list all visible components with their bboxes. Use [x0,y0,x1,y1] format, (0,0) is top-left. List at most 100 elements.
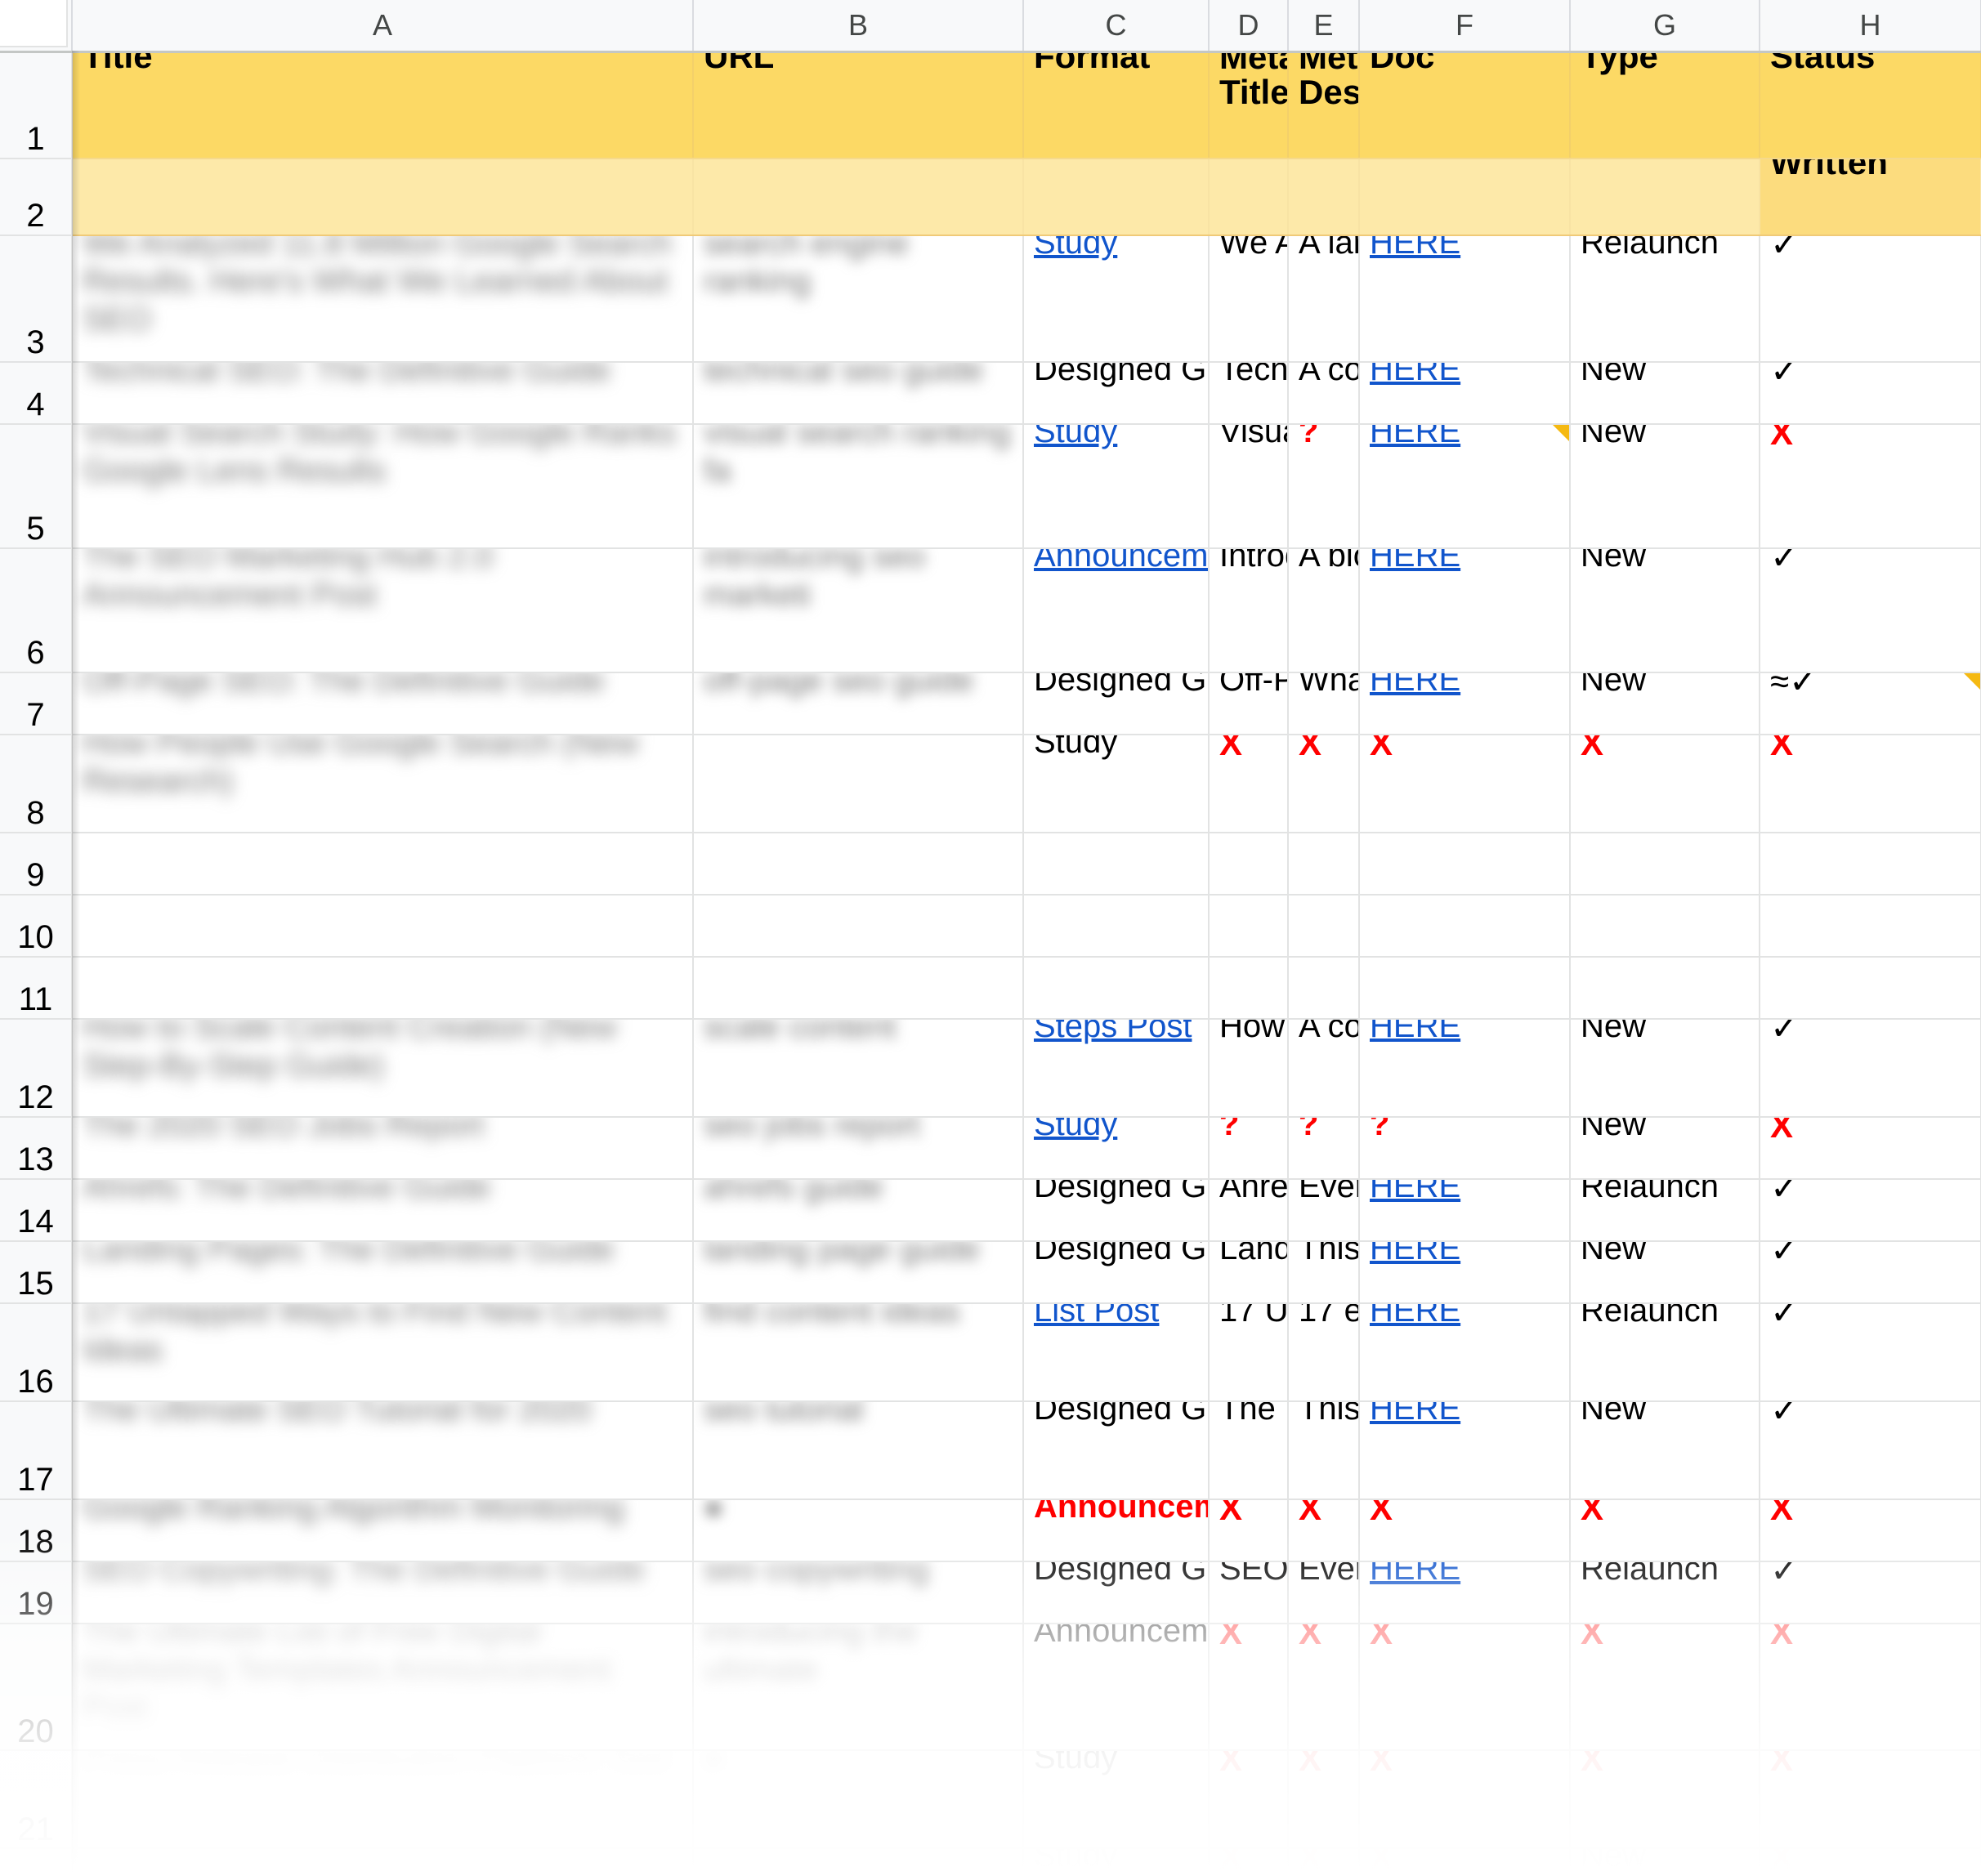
cell-url[interactable]: ahrefs guide [693,1179,1024,1243]
column-header-h[interactable]: H [1760,0,1981,53]
cell-meta-desc[interactable]: A comp [1288,362,1360,426]
cell-title[interactable]: Google Ranking Algorithm Monitoring [72,1499,694,1563]
cell-type[interactable]: New [1570,1241,1760,1305]
cell-status[interactable]: X [1760,1624,1981,1752]
cell-meta-title[interactable]: The Ult [1209,1401,1289,1501]
cell-status[interactable]: ✓ [1760,1303,1981,1403]
cell-meta-title[interactable]: X [1209,1750,1289,1850]
subheader-cell-type[interactable] [1570,159,1760,236]
cell-url[interactable]: visual search ranking fa [693,424,1024,550]
row-number-16[interactable]: 16 [0,1303,73,1403]
cell-title[interactable]: SEO Copywriting: The Definitive Guide [72,1561,694,1625]
cell-format[interactable] [1023,957,1210,1021]
cell-meta-title[interactable] [1209,957,1289,1021]
row-number-9[interactable]: 9 [0,833,73,896]
row-number-13[interactable]: 13 [0,1117,73,1181]
cell-format[interactable] [1023,833,1210,896]
cell-type[interactable]: New [1570,548,1760,674]
cell-doc[interactable] [1359,895,1571,958]
cell-url[interactable]: seo tutorial [693,1401,1024,1501]
subheader-cell-doc[interactable] [1359,159,1571,236]
column-header-f[interactable]: F [1359,0,1571,53]
row-number-21[interactable]: 21 [0,1750,73,1850]
cell-type[interactable]: New [1570,362,1760,426]
cell-url[interactable]: seo copywriting [693,1561,1024,1625]
cell-url[interactable]: technical seo guide [693,362,1024,426]
row-number-7[interactable]: 7 [0,672,73,736]
cell-url[interactable]: find content ideas [693,1303,1024,1403]
cell-doc[interactable]: HERE [1359,1303,1571,1403]
cell-format[interactable]: Designed Guide [1023,1179,1210,1243]
cell-meta-desc[interactable]: X [1288,1624,1360,1752]
cell-meta-desc[interactable] [1288,833,1360,896]
row-number-6[interactable]: 6 [0,548,73,674]
cell-format[interactable]: Study [1023,235,1210,364]
cell-format[interactable]: Designed Guide [1023,1241,1210,1305]
cell-meta-desc[interactable]: ? [1288,424,1360,550]
cell-type[interactable] [1570,895,1760,958]
cell-meta-title[interactable]: Introdu [1209,548,1289,674]
cell-url[interactable]: million search results go [693,1848,1024,1876]
cell-doc[interactable]: ? [1359,1117,1571,1181]
cell-type[interactable]: Relaunch [1570,235,1760,364]
cell-meta-desc[interactable]: X [1288,735,1360,834]
cell-type[interactable]: New [1570,672,1760,736]
cell-status[interactable]: ✓ [1760,1019,1981,1119]
cell-meta-title[interactable]: Visual [1209,424,1289,550]
cell-doc[interactable]: X [1359,1750,1571,1850]
cell-meta-desc[interactable]: A comp [1288,1019,1360,1119]
cell-status[interactable]: X [1760,424,1981,550]
cell-status[interactable]: X [1760,1750,1981,1850]
cell-type[interactable]: Relaunch [1570,1179,1760,1243]
cell-status[interactable]: ✓ [1760,235,1981,364]
cell-status[interactable] [1760,895,1981,958]
cell-type[interactable]: X [1570,735,1760,834]
column-header-e[interactable]: E [1288,0,1360,53]
cell-status[interactable]: ≈✓ [1760,672,1981,736]
cell-title[interactable]: The Ultimate List of Free Digital Market… [72,1624,694,1752]
cell-url[interactable]: ● [693,1499,1024,1563]
header-cell-meta-title[interactable]: Meta Title [1209,51,1289,159]
cell-meta-desc[interactable]: Everyth [1288,1561,1360,1625]
cell-title[interactable]: The 2020 SEO Jobs Report [72,1117,694,1181]
cell-url[interactable] [693,833,1024,896]
row-number-14[interactable]: 14 [0,1179,73,1243]
header-cell-url[interactable]: URL [693,51,1024,159]
cell-status[interactable] [1760,957,1981,1021]
subheader-cell-status[interactable]: Written [1760,159,1981,236]
cell-format[interactable]: Study [1023,424,1210,550]
cell-doc[interactable]: HERE [1359,362,1571,426]
cell-url[interactable] [693,895,1024,958]
cell-type[interactable] [1570,957,1760,1021]
column-header-a[interactable]: A [72,0,694,53]
cell-format[interactable]: Steps Post [1023,1019,1210,1119]
cell-meta-desc[interactable]: X [1288,1848,1360,1876]
row-number-5[interactable]: 5 [0,424,73,550]
cell-status[interactable]: X [1760,735,1981,834]
cell-url[interactable]: search engine ranking [693,235,1024,364]
cell-type[interactable]: New [1570,424,1760,550]
row-number-3[interactable]: 3 [0,235,73,364]
cell-title[interactable]: How People Use Google Search (New Resear… [72,735,694,834]
cell-meta-desc[interactable]: 17 easy [1288,1303,1360,1403]
cell-format[interactable]: Designed Guide [1023,1561,1210,1625]
cell-title[interactable]: What Analyzing 5 Million Search Results … [72,1848,694,1876]
cell-doc[interactable]: X [1359,735,1571,834]
cell-doc[interactable]: HERE [1359,235,1571,364]
cell-status[interactable]: ✓ [1760,1561,1981,1625]
row-number-22[interactable]: 22 [0,1848,73,1876]
cell-format[interactable]: Study [1023,735,1210,834]
subheader-cell-title[interactable] [72,159,694,236]
cell-format[interactable]: Designed Guide [1023,672,1210,736]
cell-doc[interactable]: HERE [1359,1241,1571,1305]
cell-meta-title[interactable]: X [1209,735,1289,834]
cell-doc[interactable]: HERE [1359,1561,1571,1625]
cell-meta-title[interactable]: SEO C [1209,1561,1289,1625]
cell-title[interactable]: Visual Search Study: How Google Ranks Go… [72,424,694,550]
cell-meta-title[interactable]: 17 Unt [1209,1303,1289,1403]
cell-title[interactable] [72,957,694,1021]
cell-meta-title[interactable]: Ahrefs: [1209,1179,1289,1243]
cell-title[interactable] [72,895,694,958]
cell-url[interactable]: landing page guide [693,1241,1024,1305]
cell-status[interactable] [1760,833,1981,896]
